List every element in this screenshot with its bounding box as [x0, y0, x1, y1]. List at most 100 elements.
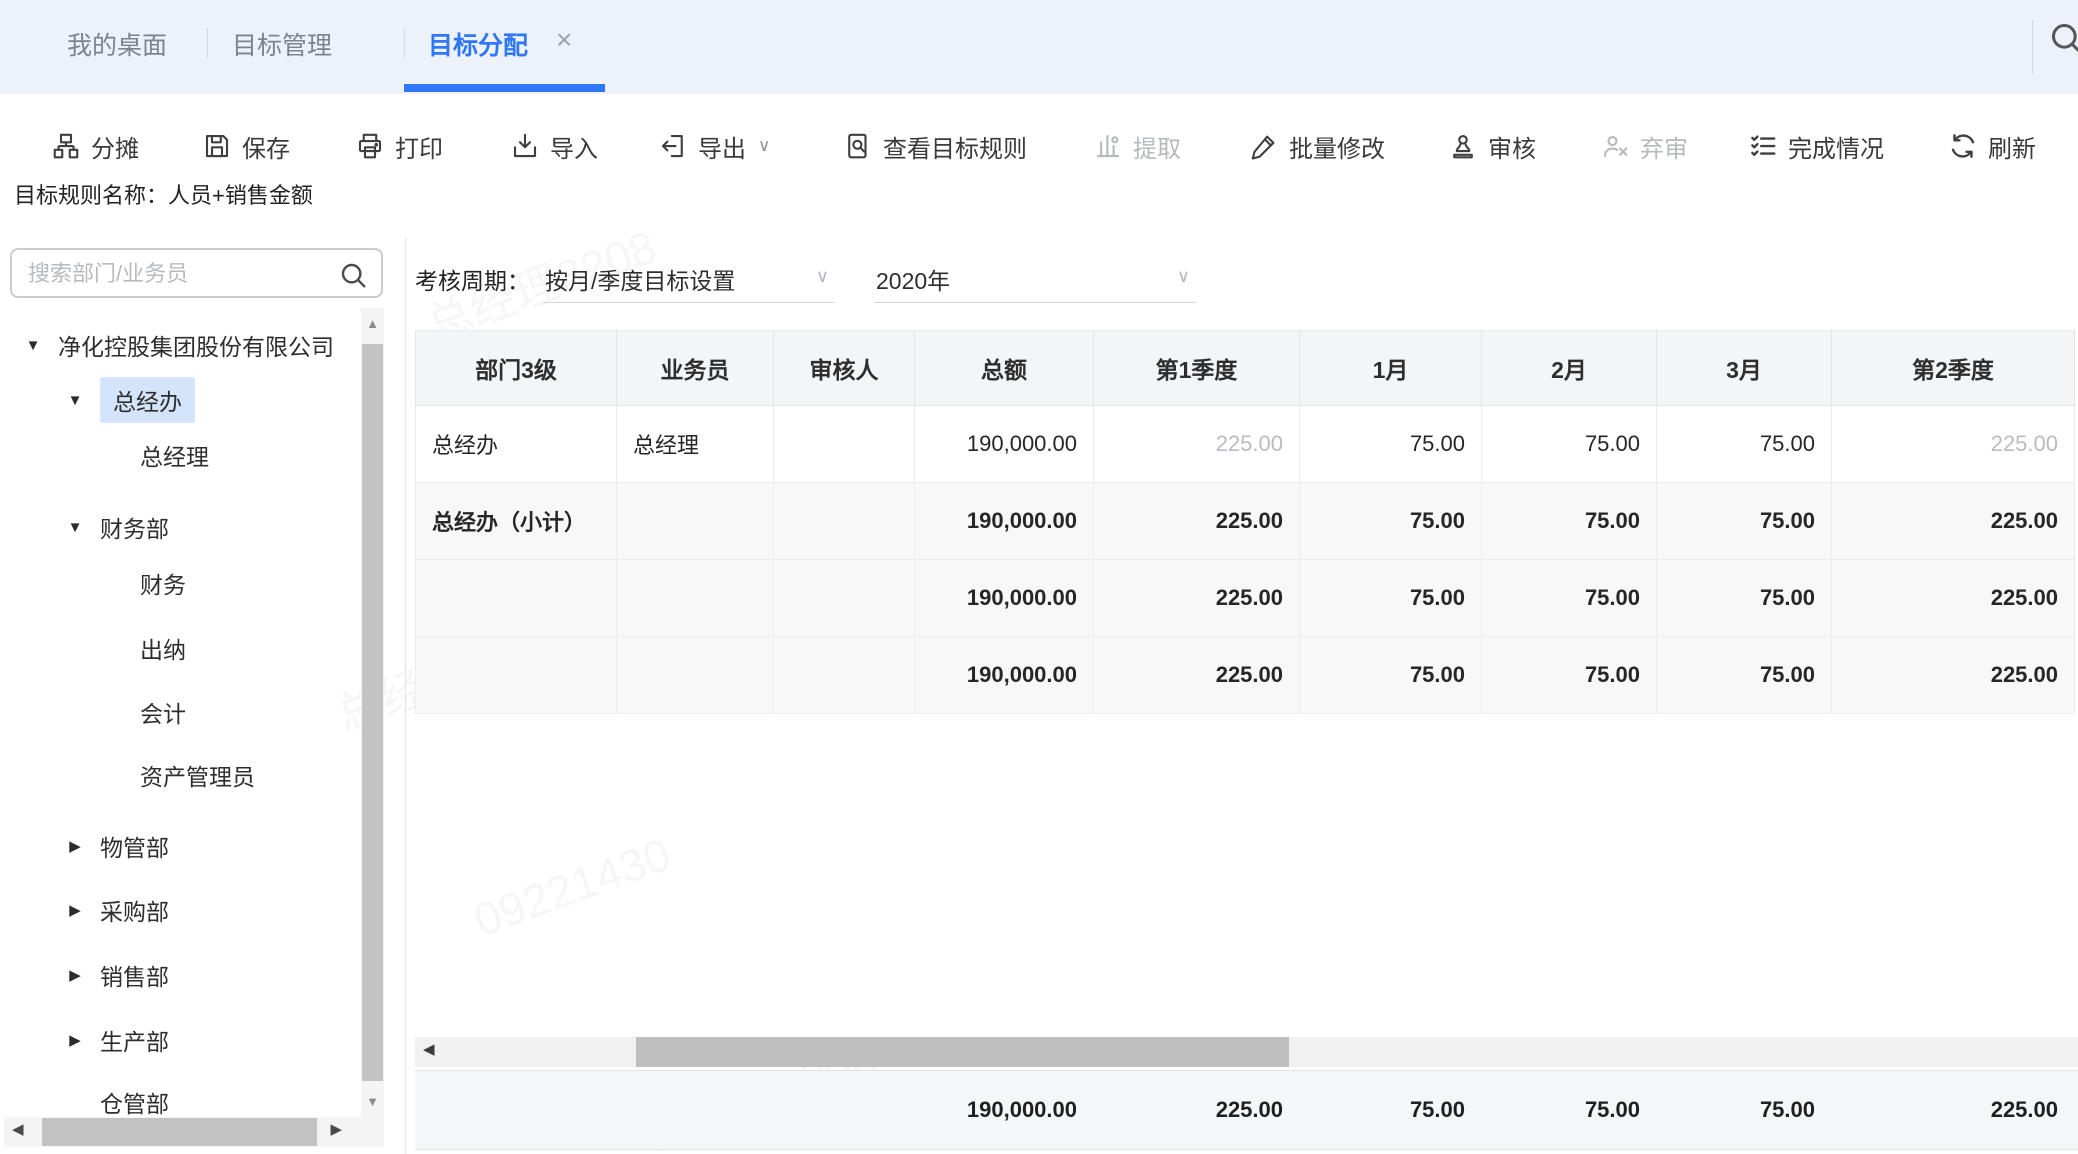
table-cell[interactable]: 225.00	[1094, 406, 1300, 483]
cancel-audit-button[interactable]: 弃审	[1600, 118, 1688, 174]
sidebar-search-box	[10, 248, 383, 298]
tree-item-sales-dept[interactable]: ▶ 销售部	[0, 952, 169, 998]
tree-collapse-icon[interactable]: ▶	[62, 966, 88, 984]
completion-status-icon	[1748, 131, 1778, 161]
cancel-audit-icon	[1600, 131, 1630, 161]
tree-expand-icon[interactable]: ▼	[62, 519, 88, 536]
table-total-row: 190,000.00 225.00 75.00 75.00 75.00 225.…	[416, 637, 2075, 714]
completion-status-button[interactable]: 完成情况	[1748, 118, 1884, 174]
table-cell[interactable]: 75.00	[1482, 406, 1657, 483]
column-header: 第2季度	[1832, 331, 2075, 406]
table-cell	[617, 560, 774, 637]
audit-button[interactable]: 审核	[1448, 118, 1536, 174]
tree-item-production-dept[interactable]: ▶ 生产部	[0, 1017, 169, 1063]
year-value: 2020年	[876, 262, 950, 296]
tab-close-icon[interactable]: ×	[556, 24, 572, 56]
scroll-up-icon[interactable]: ▲	[361, 316, 384, 331]
table-cell	[416, 637, 617, 714]
table-cell[interactable]: 总经理	[617, 406, 774, 483]
table-cell: 190,000.00	[915, 637, 1094, 714]
export-button[interactable]: 导出 ∨	[658, 118, 770, 174]
tree-item-asset-manager[interactable]: 资产管理员	[0, 752, 255, 798]
allocate-label: 分摊	[91, 129, 139, 164]
table-cell: 总经办（小计）	[416, 483, 617, 560]
scroll-right-icon[interactable]: ▶	[330, 1120, 342, 1138]
summary-table: 190,000.00 225.00 75.00 75.00 75.00 225.…	[415, 1071, 2074, 1149]
tree-item-warehouse-dept[interactable]: 仓管部	[0, 1079, 169, 1117]
table-cell[interactable]: 225.00	[1832, 406, 2075, 483]
tree-item-purchasing-dept[interactable]: ▶ 采购部	[0, 887, 169, 933]
summary-cell: 75.00	[1481, 1071, 1656, 1149]
tree-collapse-icon[interactable]: ▶	[62, 1031, 88, 1049]
tree-item-cashier[interactable]: 出纳	[0, 625, 186, 671]
summary-cell	[616, 1071, 773, 1149]
summary-cell	[415, 1071, 616, 1149]
table-cell[interactable]: 75.00	[1657, 406, 1832, 483]
table-cell[interactable]: 190,000.00	[915, 406, 1094, 483]
table-cell[interactable]: 总经办	[416, 406, 617, 483]
period-type-value: 按月/季度目标设置	[545, 262, 735, 296]
table-cell: 75.00	[1657, 637, 1832, 714]
column-header: 总额	[915, 331, 1094, 406]
summary-cell	[773, 1071, 914, 1149]
tab-my-desktop[interactable]: 我的桌面	[67, 26, 167, 62]
table-cell	[774, 637, 915, 714]
tab-goal-management[interactable]: 目标管理	[232, 26, 332, 62]
tree-item-company[interactable]: ▼ 净化控股集团股份有限公司	[0, 322, 334, 368]
table-cell: 190,000.00	[915, 560, 1094, 637]
tree-item-finance-dept[interactable]: ▼ 财务部	[0, 504, 169, 550]
export-dropdown-chevron-icon[interactable]: ∨	[758, 136, 770, 156]
scroll-left-icon[interactable]: ◀	[12, 1120, 24, 1138]
tree-item-property-dept[interactable]: ▶ 物管部	[0, 823, 169, 869]
tree-collapse-icon[interactable]: ▶	[62, 901, 88, 919]
scroll-left-icon[interactable]: ◀	[423, 1040, 435, 1058]
save-button[interactable]: 保存	[202, 118, 290, 174]
table-cell: 225.00	[1094, 637, 1300, 714]
period-type-select[interactable]: 按月/季度目标设置 ∨	[543, 252, 835, 303]
tree-item-general-manager[interactable]: 总经理	[0, 432, 209, 478]
tree-item-label: 采购部	[100, 893, 169, 927]
table-cell: 190,000.00	[915, 483, 1094, 560]
import-button[interactable]: 导入	[510, 118, 598, 174]
table-cell: 75.00	[1657, 560, 1832, 637]
tree-item-finance[interactable]: 财务	[0, 560, 186, 606]
table-cell[interactable]	[774, 406, 915, 483]
tree-expand-icon[interactable]: ▼	[20, 337, 46, 354]
table-row: 总经办 总经理 190,000.00 225.00 75.00 75.00 75…	[416, 406, 2075, 483]
completion-status-label: 完成情况	[1788, 129, 1884, 164]
import-label: 导入	[550, 129, 598, 164]
tab-divider	[207, 28, 208, 58]
table-cell: 75.00	[1300, 637, 1482, 714]
table-cell: 225.00	[1832, 637, 2075, 714]
allocate-button[interactable]: 分摊	[51, 118, 139, 174]
goal-rule-name-label: 目标规则名称：人员+销售金额	[14, 178, 313, 210]
scroll-down-icon[interactable]: ▼	[361, 1094, 384, 1109]
tab-goal-allocation[interactable]: 目标分配	[428, 26, 528, 62]
search-input[interactable]	[26, 254, 330, 294]
tree-item-general-office[interactable]: ▼ 总经办	[0, 377, 195, 423]
batch-edit-button[interactable]: 批量修改	[1249, 118, 1385, 174]
tree-collapse-icon[interactable]: ▶	[62, 837, 88, 855]
tree-item-label: 资产管理员	[140, 758, 255, 792]
extract-button[interactable]: 提取	[1093, 118, 1181, 174]
refresh-button[interactable]: 刷新	[1948, 118, 2036, 174]
search-icon[interactable]	[337, 259, 369, 296]
global-search-icon[interactable]	[2046, 18, 2078, 63]
print-button[interactable]: 打印	[355, 118, 443, 174]
table-horizontal-scrollbar: ◀	[415, 1037, 2078, 1067]
tree-item-label: 销售部	[100, 958, 169, 992]
sidebar-horizontal-scrollbar-thumb[interactable]	[42, 1118, 317, 1146]
tree-item-accounting[interactable]: 会计	[0, 689, 186, 735]
table-cell	[416, 560, 617, 637]
table-horizontal-scrollbar-thumb[interactable]	[636, 1037, 1289, 1067]
column-header: 1月	[1300, 331, 1482, 406]
export-icon	[658, 131, 688, 161]
watermark-text: 09221430	[467, 827, 678, 948]
extract-icon	[1093, 131, 1123, 161]
sidebar-vertical-scrollbar-thumb[interactable]	[362, 344, 383, 1081]
tree-expand-icon[interactable]: ▼	[62, 392, 88, 409]
view-goal-rules-button[interactable]: 查看目标规则	[843, 118, 1027, 174]
chevron-down-icon: ∨	[1177, 266, 1190, 287]
table-cell[interactable]: 75.00	[1300, 406, 1482, 483]
year-select[interactable]: 2020年 ∨	[874, 252, 1196, 303]
